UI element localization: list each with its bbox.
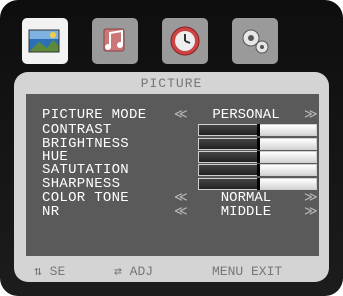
tab-picture[interactable] xyxy=(22,18,68,64)
hint-adjust-label: ADJ xyxy=(129,264,154,279)
row-label: COLOR TONE xyxy=(42,190,130,206)
picture-panel: PICTURE PICTURE MODE ≪ PERSONAL ≫ CONTRA… xyxy=(14,72,329,282)
slider-knob[interactable] xyxy=(256,164,260,176)
tab-sound[interactable] xyxy=(92,18,138,64)
panel-title: PICTURE xyxy=(140,76,203,91)
left-right-arrows-icon: ⇄ xyxy=(114,264,122,279)
arrow-left-icon[interactable]: ≪ xyxy=(174,108,188,122)
hint-adjust: ⇄ ADJ xyxy=(114,264,153,279)
slider-fill xyxy=(199,179,258,189)
row-value: NORMAL xyxy=(220,190,272,206)
slider-knob[interactable] xyxy=(256,178,260,190)
row-label: NR xyxy=(42,204,60,220)
row-contrast[interactable]: CONTRAST xyxy=(42,122,317,138)
slider-fill xyxy=(199,125,258,135)
hue-slider[interactable] xyxy=(198,151,317,163)
music-icon xyxy=(103,28,125,52)
hint-select: ⇅ SE xyxy=(34,264,65,279)
row-label: PICTURE MODE xyxy=(42,107,147,123)
slider-fill xyxy=(199,152,258,162)
arrow-left-icon[interactable]: ≪ xyxy=(174,191,188,205)
arrow-right-icon[interactable]: ≫ xyxy=(304,205,318,219)
arrow-right-icon[interactable]: ≫ xyxy=(304,108,318,122)
row-color-tone[interactable]: COLOR TONE ≪ NORMAL ≫ xyxy=(42,190,318,206)
osd-menu: PICTURE PICTURE MODE ≪ PERSONAL ≫ CONTRA… xyxy=(0,0,343,296)
row-brightness[interactable]: BRIGHTNESS xyxy=(42,137,317,151)
slider-knob[interactable] xyxy=(256,151,260,163)
saturation-slider[interactable] xyxy=(198,164,317,176)
arrow-right-icon[interactable]: ≫ xyxy=(304,191,318,205)
tab-time[interactable] xyxy=(162,18,208,64)
picture-icon xyxy=(28,29,60,53)
arrow-left-icon[interactable]: ≪ xyxy=(174,205,188,219)
row-value: PERSONAL xyxy=(212,107,280,123)
row-saturation[interactable]: SATUTATION xyxy=(42,162,317,178)
settings-list: PICTURE MODE ≪ PERSONAL ≫ CONTRAST BRIGH… xyxy=(26,94,319,256)
slider-fill xyxy=(199,165,258,175)
brightness-slider[interactable] xyxy=(198,138,317,150)
gear-icon xyxy=(242,29,269,54)
row-label: SHARPNESS xyxy=(42,176,121,192)
row-value: MIDDLE xyxy=(220,204,272,220)
row-label: CONTRAST xyxy=(42,122,112,138)
row-label: SATUTATION xyxy=(42,162,130,178)
clock-icon xyxy=(170,26,200,56)
slider-knob[interactable] xyxy=(256,138,260,150)
sharpness-slider[interactable] xyxy=(198,178,317,190)
row-picture-mode[interactable]: PICTURE MODE ≪ PERSONAL ≫ xyxy=(42,107,318,123)
slider-knob[interactable] xyxy=(256,124,260,136)
contrast-slider[interactable] xyxy=(198,124,317,136)
row-nr[interactable]: NR ≪ MIDDLE ≫ xyxy=(42,204,318,220)
tab-setup[interactable] xyxy=(232,18,278,64)
footer-hints: ⇅ SE ⇄ ADJ MENU EXIT xyxy=(14,258,329,282)
row-sharpness[interactable]: SHARPNESS xyxy=(42,176,317,192)
hint-exit: MENU EXIT xyxy=(212,264,283,279)
hint-select-label: SE xyxy=(49,264,66,279)
slider-fill xyxy=(199,139,258,149)
up-down-arrows-icon: ⇅ xyxy=(34,264,42,279)
